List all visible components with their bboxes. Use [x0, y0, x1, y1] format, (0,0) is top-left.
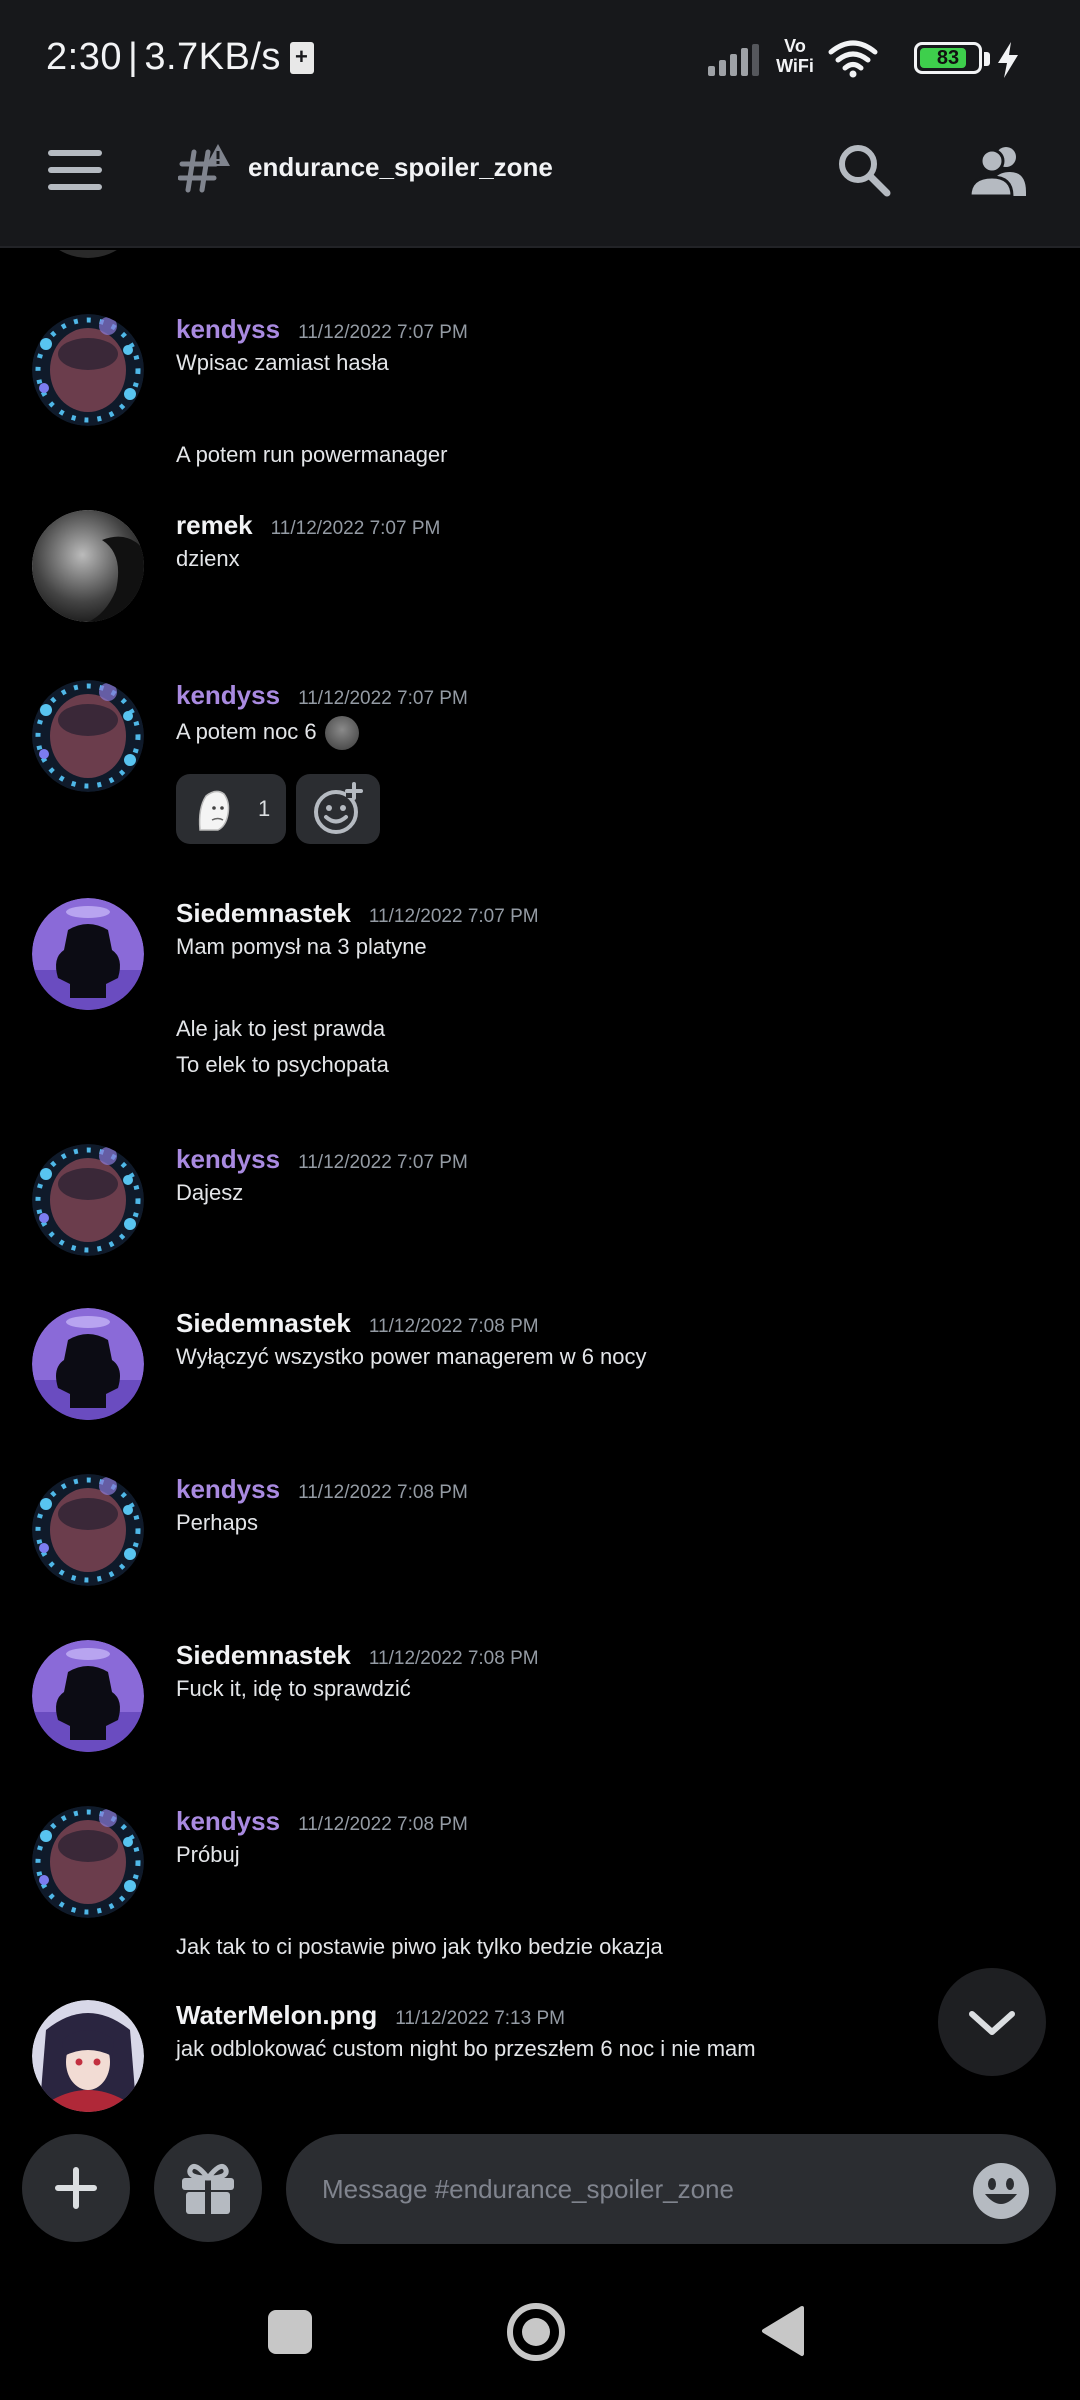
message-text: Fuck it, idę to sprawdzić	[176, 1676, 411, 1701]
message-author[interactable]: Siedemnastek	[176, 1308, 351, 1338]
message-text: Próbuj	[176, 1842, 240, 1867]
message-timestamp: 11/12/2022 7:07 PM	[298, 1152, 468, 1173]
watermelon-avatar-image	[32, 2000, 144, 2112]
message-timestamp: 11/12/2022 7:07 PM	[298, 688, 468, 709]
message-timestamp: 11/12/2022 7:13 PM	[395, 2008, 565, 2029]
message-author[interactable]: Siedemnastek	[176, 1640, 351, 1670]
avatar[interactable]	[32, 1144, 144, 1256]
avatar[interactable]	[32, 314, 144, 426]
network-speed: 3.7KB/s	[144, 36, 281, 78]
message-text: Wyłączyć wszystko power managerem w 6 no…	[176, 1344, 647, 1369]
signal-strength-icon	[708, 44, 759, 76]
recent-apps-button[interactable]	[268, 2310, 312, 2354]
message-timestamp: 11/12/2022 7:07 PM	[270, 518, 441, 539]
avatar[interactable]	[32, 2000, 144, 2112]
message-author[interactable]: kendyss	[176, 680, 280, 710]
message-author[interactable]: Siedemnastek	[176, 898, 351, 928]
chevron-down-icon	[969, 2011, 1015, 2035]
add-reaction-button[interactable]	[296, 774, 380, 844]
message-timestamp: 11/12/2022 7:08 PM	[368, 1648, 539, 1669]
message-text: A potem noc 6	[176, 718, 317, 744]
attach-button[interactable]	[22, 2134, 130, 2242]
kendyss-avatar-image	[32, 1806, 144, 1918]
message-text-row: A potem noc 6	[176, 716, 359, 750]
avatar[interactable]	[32, 898, 144, 1010]
message-author[interactable]: remek	[176, 510, 253, 540]
wojak-emoji-icon	[198, 790, 230, 831]
message-author[interactable]: kendyss	[176, 1144, 280, 1174]
back-button[interactable]	[760, 2304, 806, 2358]
message-timestamp: 11/12/2022 7:07 PM	[368, 906, 539, 927]
jump-to-present-button[interactable]	[938, 1968, 1046, 2076]
message-text: Dajesz	[176, 1180, 244, 1205]
vowifi-line-1: Vo	[784, 36, 806, 56]
search-icon[interactable]	[836, 142, 892, 198]
message-author[interactable]: kendyss	[176, 1474, 280, 1504]
top-bar: 2:30|3.7KB/s Vo WiFi	[0, 0, 1080, 248]
kendyss-avatar-image	[32, 1474, 144, 1586]
remek-avatar-image	[32, 510, 144, 622]
message-author[interactable]: kendyss	[176, 1806, 280, 1836]
home-button[interactable]	[506, 2302, 566, 2362]
message-text: dzienx	[176, 546, 240, 571]
emoji-picker-icon[interactable]	[970, 2160, 1032, 2222]
kendyss-avatar-image	[32, 314, 144, 426]
avatar[interactable]	[32, 1806, 144, 1918]
battery-icon: 83	[914, 42, 982, 74]
avatar[interactable]	[32, 510, 144, 622]
clock-time: 2:30	[46, 36, 122, 78]
message-timestamp: 11/12/2022 7:08 PM	[298, 1482, 468, 1503]
avatar[interactable]	[32, 1308, 144, 1420]
message-text: Wpisac zamiast hasła	[176, 350, 389, 375]
message-author[interactable]: kendyss	[176, 314, 280, 344]
alien-emoji-icon	[324, 716, 359, 750]
gift-icon	[182, 2163, 234, 2214]
wifi-icon	[828, 40, 878, 78]
add-reaction-icon	[314, 782, 363, 834]
siedemnastek-avatar-image	[32, 1640, 144, 1752]
avatar[interactable]	[32, 1640, 144, 1752]
status-bar-clock: 2:30 | 3.7KB/s	[46, 36, 281, 79]
kendyss-avatar-image	[32, 680, 144, 792]
avatar[interactable]	[32, 680, 144, 792]
message-text: Jak tak to ci postawie piwo jak tylko be…	[176, 1934, 663, 1959]
thread-warning-icon	[178, 144, 230, 193]
plus-icon	[55, 2167, 97, 2209]
message-input[interactable]	[286, 2134, 1056, 2244]
message-text: To elek to psychopata	[176, 1052, 389, 1077]
system-navigation-bar	[0, 2260, 1080, 2400]
avatar	[32, 250, 144, 258]
message-list[interactable]: kendyss 11/12/2022 7:07 PM Wpisac zamiast…	[0, 250, 1080, 2120]
message-text: jak odblokować custom night bo przeszłem…	[176, 2036, 756, 2061]
message-text: Ale jak to jest prawda	[176, 1016, 386, 1041]
message-timestamp: 11/12/2022 7:07 PM	[298, 322, 468, 343]
message-author[interactable]: WaterMelon.png	[176, 2000, 377, 2030]
sim-card-icon	[290, 42, 314, 74]
siedemnastek-avatar-image	[32, 898, 144, 1010]
message-composer	[0, 2120, 1080, 2260]
message-text: A potem run powermanager	[176, 442, 448, 467]
message-text: Mam pomysł na 3 platyne	[176, 934, 427, 959]
members-icon[interactable]	[966, 144, 1028, 196]
avatar[interactable]	[32, 1474, 144, 1586]
reaction-count: 1	[258, 796, 271, 821]
kendyss-avatar-image	[32, 1144, 144, 1256]
siedemnastek-avatar-image	[32, 1308, 144, 1420]
charging-bolt-icon	[998, 42, 1018, 78]
message-text: Perhaps	[176, 1510, 258, 1535]
vowifi-line-2: WiFi	[776, 56, 814, 76]
message-timestamp: 11/12/2022 7:08 PM	[368, 1316, 539, 1337]
gift-button[interactable]	[154, 2134, 262, 2242]
message-timestamp: 11/12/2022 7:08 PM	[298, 1814, 468, 1835]
vowifi-indicator: Vo WiFi	[770, 36, 820, 76]
channel-title: endurance_spoiler_zone	[248, 152, 553, 182]
hamburger-menu-icon[interactable]	[48, 150, 102, 190]
reaction-chip[interactable]: 1	[176, 774, 286, 844]
battery-level: 83	[936, 47, 960, 69]
battery-tip	[984, 52, 990, 66]
status-separator: |	[127, 36, 139, 78]
